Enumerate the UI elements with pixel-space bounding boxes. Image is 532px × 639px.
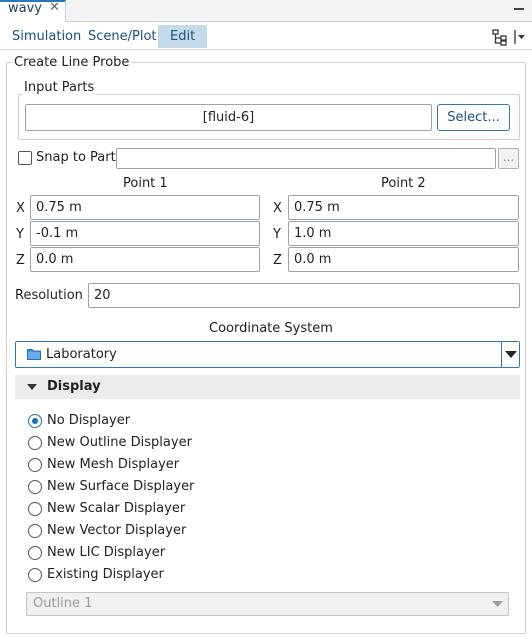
folder-icon xyxy=(27,349,41,360)
snap-to-part-checkbox[interactable] xyxy=(18,151,32,165)
point1-y-label: Y xyxy=(16,227,24,242)
point2-x-label: X xyxy=(273,201,282,216)
radio-new-surface-displayer[interactable] xyxy=(28,480,42,494)
snap-browse-button[interactable]: ... xyxy=(498,148,519,169)
point2-y-label: Y xyxy=(273,227,281,242)
chevron-down-icon xyxy=(492,601,503,607)
point2-x-field[interactable]: 0.75 m xyxy=(288,195,519,220)
radio-new-vector-displayer[interactable] xyxy=(28,524,42,538)
point1-z-label: Z xyxy=(16,253,25,268)
tree-view-icon[interactable] xyxy=(492,28,510,46)
view-menu-dropdown-icon[interactable] xyxy=(514,28,526,46)
radio-existing-displayer-label: Existing Displayer xyxy=(47,567,164,582)
coordinate-system-value: Laboratory xyxy=(46,347,117,362)
input-parts-field[interactable]: [fluid-6] xyxy=(25,104,432,131)
point2-y-field[interactable]: 1.0 m xyxy=(288,221,519,246)
chevron-down-icon xyxy=(505,351,517,358)
document-tab-strip xyxy=(0,0,532,22)
input-parts-title: Input Parts xyxy=(22,80,97,95)
create-line-probe-title: Create Line Probe xyxy=(12,55,132,70)
radio-existing-displayer[interactable] xyxy=(28,568,42,582)
radio-new-outline-displayer[interactable] xyxy=(28,436,42,450)
radio-new-mesh-displayer-label: New Mesh Displayer xyxy=(47,457,180,472)
display-section-title: Display xyxy=(47,379,101,394)
radio-new-scalar-displayer[interactable] xyxy=(28,502,42,516)
tab-edit[interactable]: Edit xyxy=(158,25,208,48)
point2-z-field[interactable]: 0.0 m xyxy=(288,247,519,272)
point1-title: Point 1 xyxy=(123,176,168,191)
collapse-triangle-icon[interactable] xyxy=(27,384,37,391)
resolution-label: Resolution xyxy=(15,288,83,303)
snap-to-part-field[interactable] xyxy=(116,148,496,169)
radio-new-surface-displayer-label: New Surface Displayer xyxy=(47,479,195,494)
radio-new-lic-displayer-label: New LIC Displayer xyxy=(47,545,166,560)
tab-simulation[interactable]: Simulation xyxy=(8,25,85,48)
point1-z-field[interactable]: 0.0 m xyxy=(30,247,260,272)
point2-z-label: Z xyxy=(273,253,282,268)
resolution-field[interactable]: 20 xyxy=(88,283,520,308)
existing-displayer-select[interactable] xyxy=(26,592,509,616)
coordinate-system-dropdown-button[interactable] xyxy=(501,342,519,367)
point1-x-field[interactable]: 0.75 m xyxy=(30,195,260,220)
point2-title: Point 2 xyxy=(381,176,426,191)
radio-new-lic-displayer[interactable] xyxy=(28,546,42,560)
existing-displayer-value: Outline 1 xyxy=(33,596,93,611)
point1-y-field[interactable]: -0.1 m xyxy=(30,221,260,246)
radio-no-displayer[interactable] xyxy=(28,414,42,428)
radio-new-mesh-displayer[interactable] xyxy=(28,458,42,472)
radio-new-scalar-displayer-label: New Scalar Displayer xyxy=(47,501,186,516)
radio-new-vector-displayer-label: New Vector Displayer xyxy=(47,523,187,538)
radio-new-outline-displayer-label: New Outline Displayer xyxy=(47,435,192,450)
coordinate-system-title: Coordinate System xyxy=(209,321,333,336)
document-tab-label: wavy xyxy=(8,1,42,16)
close-icon[interactable]: ✕ xyxy=(49,0,60,15)
snap-to-part-label: Snap to Part xyxy=(36,150,116,165)
point1-x-label: X xyxy=(16,201,25,216)
tab-scene-plot[interactable]: Scene/Plot xyxy=(84,25,161,48)
minimize-icon[interactable] xyxy=(514,2,524,10)
select-parts-button[interactable]: Select... xyxy=(437,104,510,131)
radio-no-displayer-label: No Displayer xyxy=(47,413,131,428)
